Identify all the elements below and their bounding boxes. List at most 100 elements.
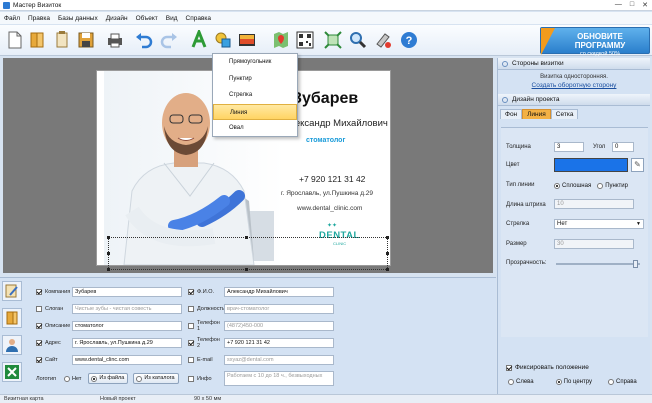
new-file-icon[interactable]: [4, 29, 26, 51]
email-input[interactable]: sxyaz@dental.com: [224, 354, 334, 365]
dash-length-input[interactable]: 10: [554, 199, 634, 209]
site-input[interactable]: www.dental_clinc.com: [72, 354, 182, 365]
map-icon[interactable]: [270, 29, 292, 51]
company-input[interactable]: Зубарев: [72, 286, 182, 297]
card-address[interactable]: г. Ярославль, ул.Пушкина д.29: [281, 190, 373, 197]
selected-line-shape[interactable]: [108, 237, 388, 270]
position-input[interactable]: врач-стоматолог: [224, 303, 334, 314]
tab-line[interactable]: Линия: [522, 109, 551, 119]
menu-databases[interactable]: Базы данных: [58, 15, 98, 22]
tab-grid[interactable]: Сетка: [550, 109, 579, 119]
open-template-icon[interactable]: [51, 29, 73, 51]
card-site[interactable]: www.dental_clinic.com: [297, 205, 362, 212]
menu-view[interactable]: Вид: [166, 15, 178, 22]
menu-design[interactable]: Дизайн: [106, 15, 128, 22]
pos-right-radio[interactable]: [608, 378, 614, 385]
tab-background[interactable]: Фон: [500, 109, 523, 119]
dashed-radio[interactable]: [597, 182, 604, 189]
menu-edit[interactable]: Правка: [28, 15, 50, 22]
logo-file-radio[interactable]: [91, 375, 98, 382]
info-checkbox[interactable]: [188, 375, 194, 382]
paint-icon[interactable]: [372, 29, 394, 51]
thickness-input[interactable]: 3: [554, 142, 584, 152]
resize-handle[interactable]: [386, 268, 389, 271]
resize-handle[interactable]: [107, 268, 110, 271]
open-folder-icon[interactable]: [27, 29, 49, 51]
size-label: Размер: [506, 241, 527, 247]
pos-center-radio[interactable]: [555, 378, 562, 385]
card-name[interactable]: Александр Михайлович: [283, 118, 388, 129]
eyedropper-icon[interactable]: ✎: [631, 158, 644, 172]
fio-checkbox[interactable]: [188, 288, 194, 295]
arrow-select[interactable]: Нет ▼: [554, 219, 644, 229]
address-input[interactable]: г. Ярославль, ул.Пушкина д.29: [72, 337, 182, 348]
email-checkbox[interactable]: [188, 356, 194, 363]
logo-from-file-button[interactable]: Из файла: [88, 373, 129, 384]
phone1-input[interactable]: (4872)450-000: [224, 320, 334, 331]
undo-icon[interactable]: [133, 29, 155, 51]
text-icon[interactable]: [188, 29, 210, 51]
logo-none-radio[interactable]: [64, 375, 70, 382]
pos-left-radio[interactable]: [508, 378, 514, 385]
resize-handle[interactable]: [107, 252, 110, 255]
qr-code-icon[interactable]: [294, 29, 316, 51]
position-checkbox[interactable]: [188, 305, 194, 312]
menu-item-rectangle[interactable]: Прямоугольник: [213, 54, 297, 71]
info-input[interactable]: Работаем с 10 до 18 ч., безвыходных: [224, 371, 334, 386]
transparency-slider-track[interactable]: [556, 263, 640, 265]
maximize-button[interactable]: □: [630, 1, 634, 9]
excel-icon[interactable]: [2, 362, 22, 382]
card-position[interactable]: стоматолог: [306, 137, 345, 144]
address-checkbox[interactable]: [36, 339, 42, 346]
contacts-icon[interactable]: [2, 335, 22, 355]
shapes-icon[interactable]: [212, 29, 234, 51]
line-color-swatch[interactable]: [554, 158, 628, 172]
fio-input[interactable]: Александр Михайлович: [224, 286, 334, 297]
resize-handle[interactable]: [245, 236, 248, 239]
image-icon[interactable]: [236, 29, 258, 51]
menu-item-line[interactable]: Линия: [213, 103, 297, 120]
resize-handle[interactable]: [386, 236, 389, 239]
close-button[interactable]: ✕: [642, 1, 648, 9]
resize-handle[interactable]: [107, 236, 110, 239]
slogan-checkbox[interactable]: [36, 305, 42, 312]
logo-from-catalog-button[interactable]: Из каталога: [133, 373, 179, 384]
transparency-slider-thumb[interactable]: [633, 260, 638, 268]
save-icon[interactable]: [75, 29, 97, 51]
description-checkbox[interactable]: [36, 322, 42, 329]
angle-input[interactable]: 0: [612, 142, 634, 152]
redo-icon[interactable]: [158, 29, 180, 51]
site-checkbox[interactable]: [36, 356, 42, 363]
edit-text-icon[interactable]: [2, 281, 22, 301]
phone1-checkbox[interactable]: [188, 322, 194, 329]
menu-item-oval[interactable]: Овал: [213, 120, 297, 137]
fix-position-checkbox[interactable]: [506, 364, 512, 371]
solid-radio[interactable]: [554, 182, 560, 189]
zoom-icon[interactable]: [347, 29, 369, 51]
phone2-input[interactable]: +7 920 121 31 42: [224, 337, 334, 348]
description-input[interactable]: стоматолог: [72, 320, 182, 331]
design-header[interactable]: Дизайн проекта: [498, 94, 650, 106]
sides-header[interactable]: Стороны визитки: [498, 58, 650, 70]
resize-handle[interactable]: [245, 268, 248, 271]
create-back-side-link[interactable]: Создать оборотную сторону: [498, 82, 650, 89]
company-checkbox[interactable]: [36, 288, 42, 295]
help-icon[interactable]: ?: [398, 29, 420, 51]
menu-item-arrow[interactable]: Стрелка: [213, 87, 297, 104]
resize-handle[interactable]: [386, 252, 389, 255]
menu-help[interactable]: Справка: [186, 15, 212, 22]
upgrade-banner[interactable]: ОБНОВИТЕ ПРОГРАММУ со скидкой 50%: [540, 27, 650, 57]
menu-object[interactable]: Объект: [136, 15, 158, 22]
menu-item-dashed[interactable]: Пунктир: [213, 71, 297, 88]
slogan-input[interactable]: Чистые зубы - чистая совесть: [72, 303, 182, 314]
fit-icon[interactable]: [322, 29, 344, 51]
logo-catalog-radio[interactable]: [136, 375, 143, 382]
print-icon[interactable]: [104, 29, 126, 51]
card-phone[interactable]: +7 920 121 31 42: [299, 174, 365, 184]
size-input[interactable]: 30: [554, 239, 634, 249]
phone2-checkbox[interactable]: [188, 339, 194, 346]
template-book-icon[interactable]: [2, 308, 22, 328]
minimize-button[interactable]: —: [615, 1, 622, 9]
card-surname[interactable]: Зубарев: [292, 90, 358, 108]
menu-file[interactable]: Файл: [4, 15, 20, 22]
